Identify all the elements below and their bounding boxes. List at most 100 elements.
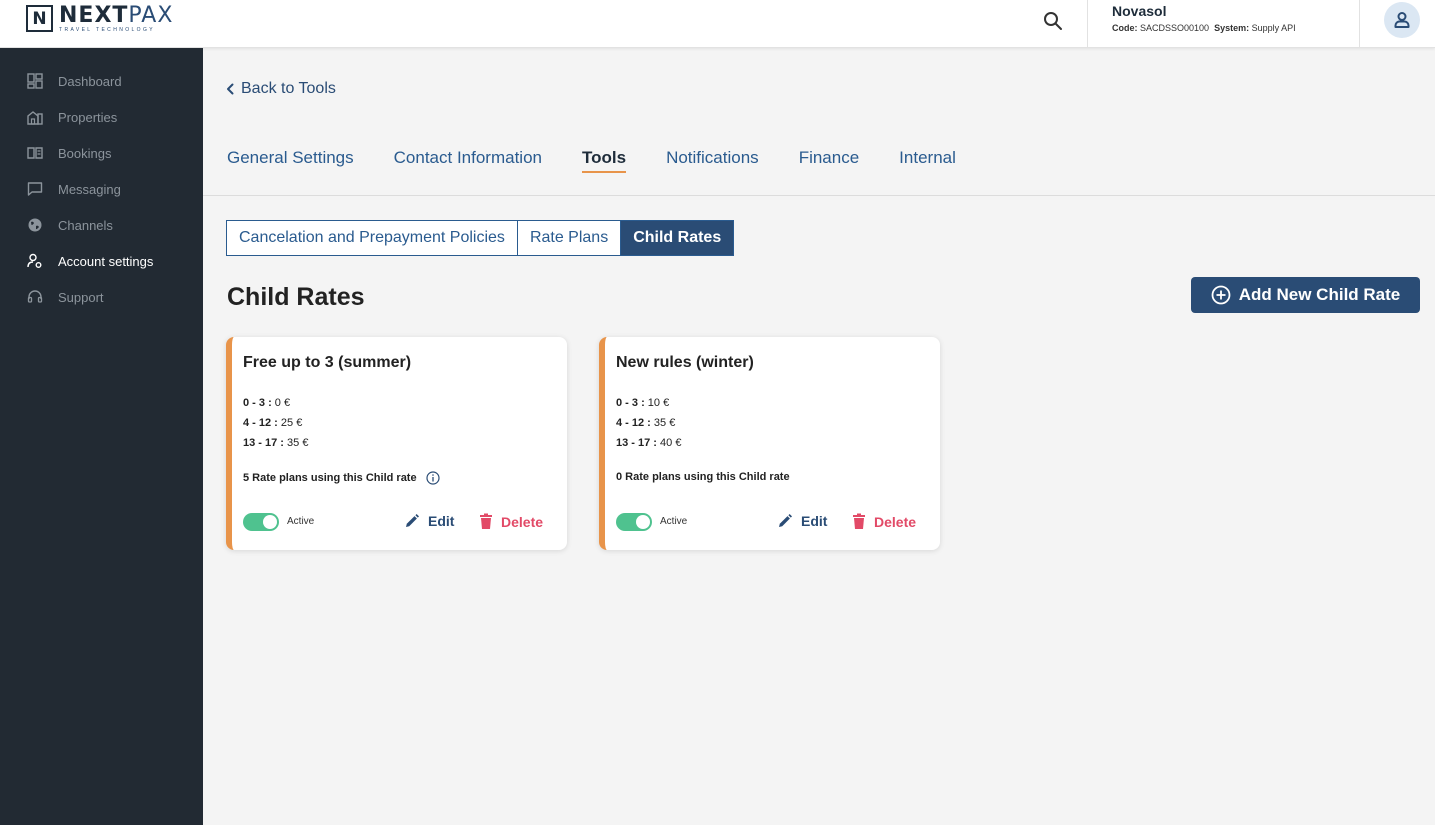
age-rate-row: 0 - 3 : 0 € [243,393,308,413]
delete-button[interactable]: Delete [479,513,543,530]
bookings-icon [26,144,44,162]
usage-text: 5 Rate plans using this Child rate [243,472,417,484]
age-price: 25 € [280,417,303,429]
usage-text: 0 Rate plans using this Child rate [616,471,790,483]
sidebar-item-label: Support [58,289,104,305]
age-price: 35 € [287,437,309,449]
search-icon [1044,12,1062,30]
logo-word-thin: PAX [128,3,174,28]
rate-plan-usage: 0 Rate plans using this Child rate [616,471,790,483]
search-button[interactable] [1040,8,1066,34]
age-range: 0 - 3 : [243,397,272,409]
nextpax-logo[interactable]: N NEXTPAX TRAVEL TECHNOLOGY [26,5,173,34]
toggle-knob [636,515,650,529]
sidebar-item-dashboard[interactable]: Dashboard [0,63,203,99]
active-toggle[interactable] [616,513,652,531]
child-rate-card: Free up to 3 (summer) 0 - 3 : 0 € 4 - 12… [226,337,567,550]
pencil-icon [406,514,419,527]
account-code: SACDSSO00100 [1140,23,1210,33]
top-bar: N NEXTPAX TRAVEL TECHNOLOGY Novasol Code… [0,0,1435,48]
sidebar-item-messaging[interactable]: Messaging [0,171,203,207]
support-icon [26,288,44,306]
logo-word: NEXTPAX [59,5,173,27]
age-price: 10 € [647,397,670,409]
tab-internal[interactable]: Internal [899,148,956,176]
logo-mark: N [26,5,53,32]
age-rate-row: 13 - 17 : 40 € [616,433,681,453]
age-rate-row: 13 - 17 : 35 € [243,433,308,453]
tabs-divider [203,195,1435,196]
sidebar-item-label: Bookings [58,145,112,161]
tab-contact-information[interactable]: Contact Information [394,148,542,176]
age-price: 40 € [660,437,682,449]
back-link-label: Back to Tools [241,80,336,97]
age-price: 35 € [653,417,676,429]
sidebar: Dashboard Properties Bookings Messaging … [0,48,203,825]
child-rate-card: New rules (winter) 0 - 3 : 10 € 4 - 12 :… [599,337,940,550]
age-range: 13 - 17 : [243,437,284,449]
age-price: 0 € [274,397,291,409]
pencil-icon [779,514,792,527]
edit-label: Edit [428,513,455,529]
age-rate-row: 4 - 12 : 25 € [243,413,308,433]
tab-finance[interactable]: Finance [799,148,859,176]
subtab-child-rates[interactable]: Child Rates [621,221,734,255]
globe-icon [26,216,44,234]
messaging-icon [26,180,44,198]
delete-label: Delete [501,513,544,530]
plus-circle-icon [1211,285,1231,305]
sidebar-item-label: Account settings [58,253,154,269]
tab-notifications[interactable]: Notifications [666,148,759,176]
age-rate-row: 0 - 3 : 10 € [616,393,681,413]
active-label: Active [660,516,688,527]
tools-subtabs: Cancelation and Prepayment Policies Rate… [226,220,735,256]
edit-label: Edit [801,513,828,529]
sidebar-item-support[interactable]: Support [0,279,203,315]
edit-button[interactable]: Edit [404,513,454,529]
sidebar-item-label: Messaging [58,181,121,197]
logo-tagline: TRAVEL TECHNOLOGY [59,27,155,33]
subtab-rate-plans[interactable]: Rate Plans [517,221,622,255]
tab-tools[interactable]: Tools [582,148,627,176]
subtab-cancelation-policies[interactable]: Cancelation and Prepayment Policies [227,221,518,255]
back-to-tools-link[interactable]: Back to Tools [226,80,336,98]
sidebar-item-label: Properties [58,109,118,125]
properties-icon [26,108,44,126]
tab-general-settings[interactable]: General Settings [227,148,354,176]
account-info: Novasol Code: SACDSSO00100 System: Suppl… [1087,0,1360,48]
system-label: System: [1214,23,1250,33]
toggle-knob [263,515,277,529]
rate-plan-usage: 5 Rate plans using this Child rate [243,471,440,485]
add-new-child-rate-button[interactable]: Add New Child Rate [1191,277,1420,313]
age-rates-list: 0 - 3 : 0 € 4 - 12 : 25 € 13 - 17 : 35 € [243,393,308,453]
age-range: 4 - 12 : [616,417,651,429]
logo-word-bold: NEXT [59,3,129,28]
child-rate-title: Free up to 3 (summer) [243,354,412,371]
sidebar-item-account-settings[interactable]: Account settings [0,243,203,279]
add-button-label: Add New Child Rate [1238,285,1401,304]
child-rate-title: New rules (winter) [616,354,754,371]
age-rates-list: 0 - 3 : 10 € 4 - 12 : 35 € 13 - 17 : 40 … [616,393,681,453]
sidebar-item-bookings[interactable]: Bookings [0,135,203,171]
settings-tabs: General Settings Contact Information Too… [227,148,996,176]
trash-icon [853,513,865,529]
age-range: 4 - 12 : [243,417,278,429]
sidebar-item-properties[interactable]: Properties [0,99,203,135]
age-rate-row: 4 - 12 : 35 € [616,413,681,433]
active-label: Active [287,516,315,527]
sidebar-item-channels[interactable]: Channels [0,207,203,243]
page-title: Child Rates [227,283,365,311]
trash-icon [480,513,492,529]
active-toggle[interactable] [243,513,279,531]
account-meta: Code: SACDSSO00100 System: Supply API [1112,23,1359,33]
delete-label: Delete [874,513,917,530]
user-avatar-button[interactable] [1384,2,1420,38]
user-icon [1394,12,1410,28]
chevron-left-icon [227,83,234,95]
edit-button[interactable]: Edit [777,513,827,529]
delete-button[interactable]: Delete [852,513,916,530]
info-icon[interactable] [425,471,440,485]
account-system: Supply API [1251,23,1296,33]
age-range: 13 - 17 : [616,437,657,449]
age-range: 0 - 3 : [616,397,645,409]
